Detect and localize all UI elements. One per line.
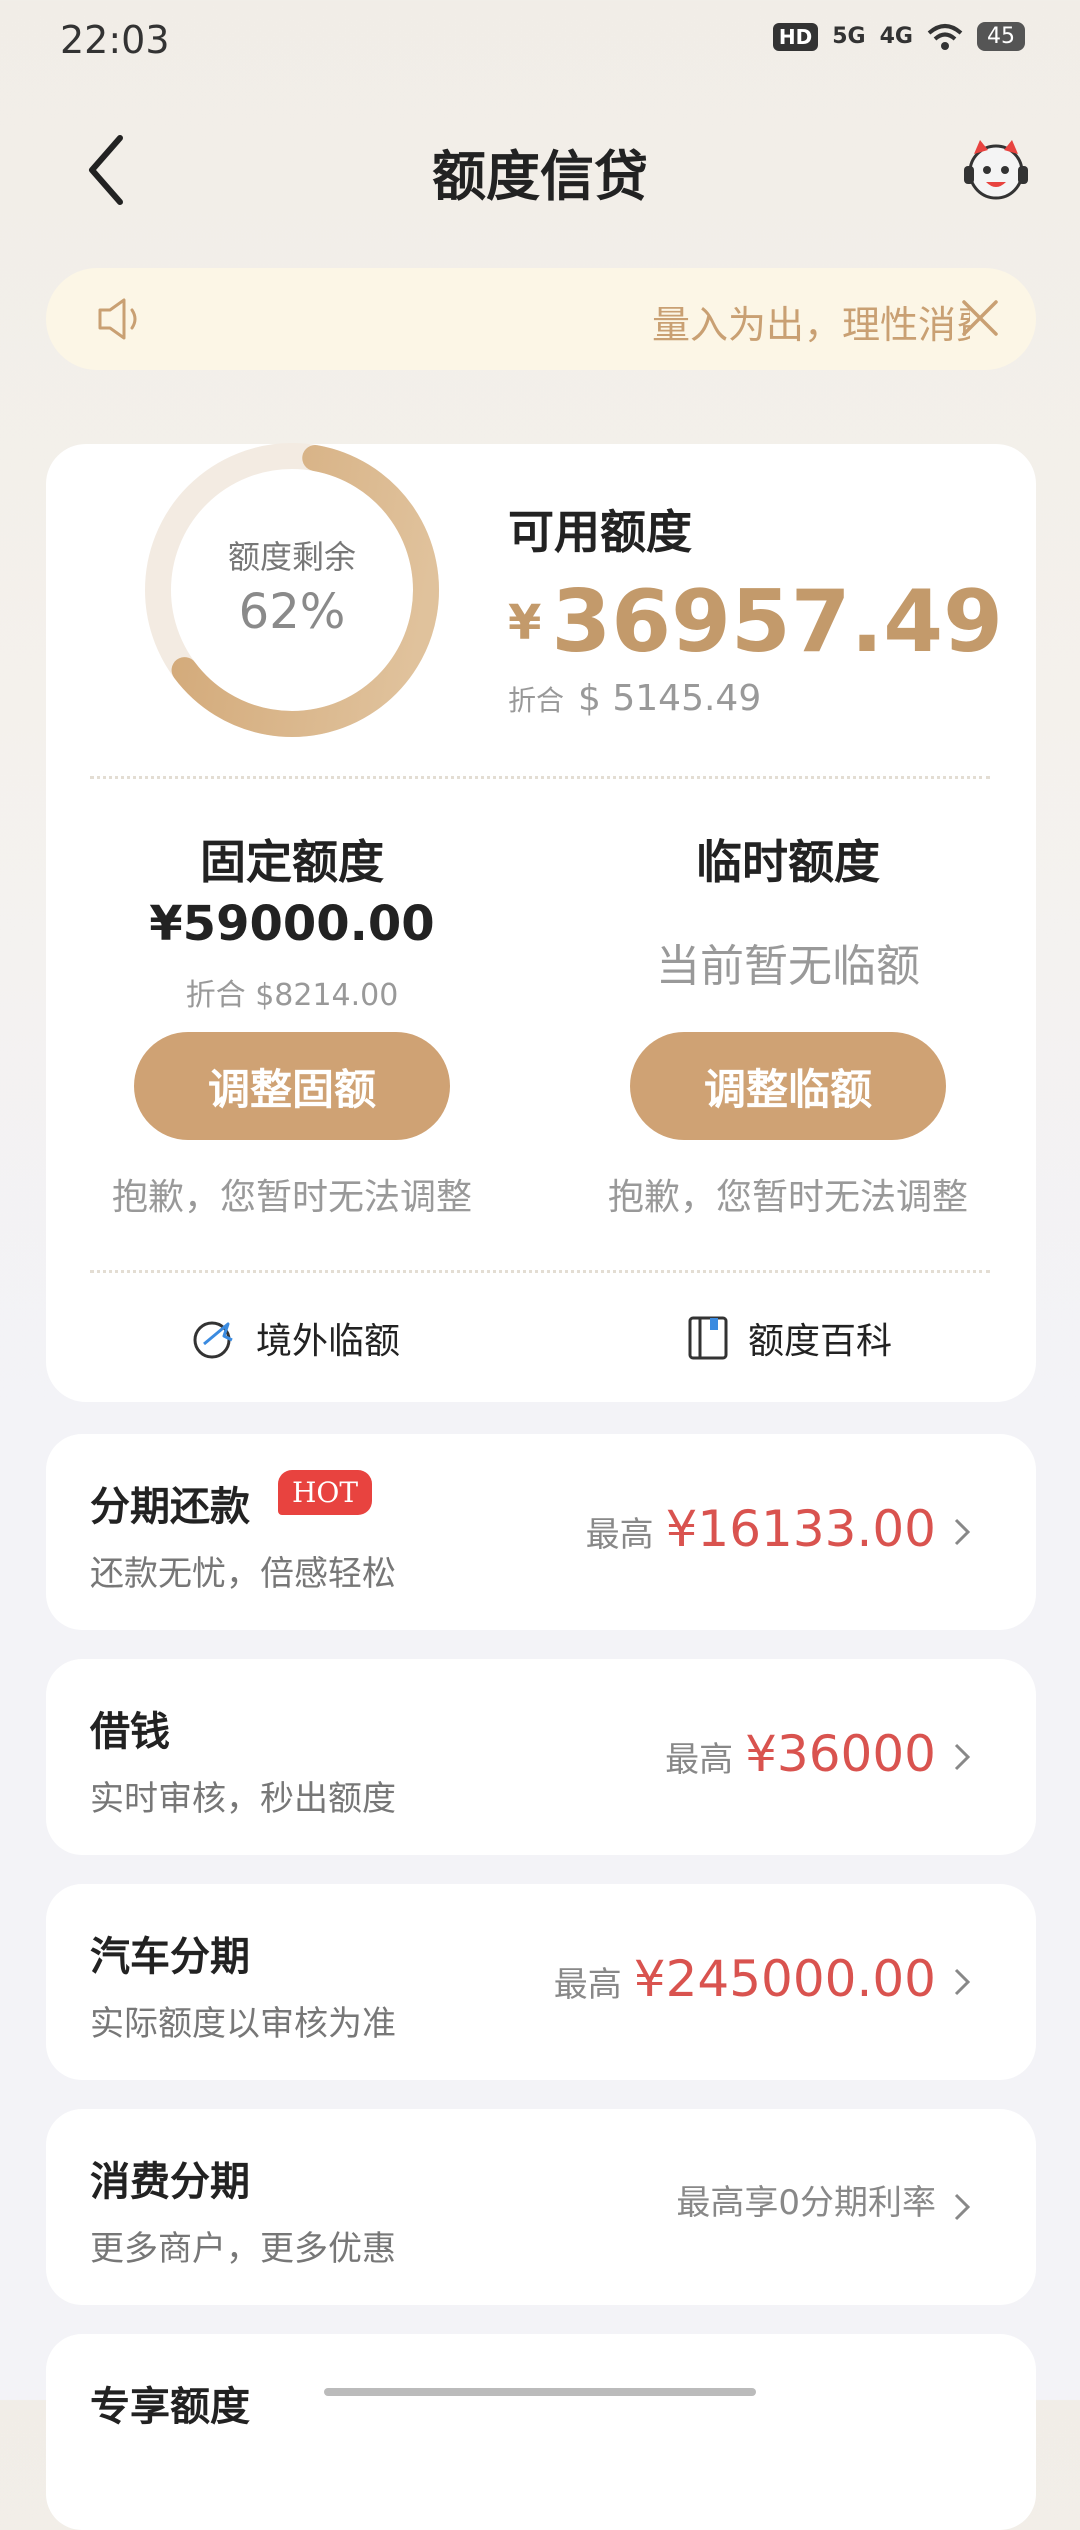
mascot-icon[interactable] — [956, 132, 1036, 212]
ring-label: 额度剩余 — [227, 538, 356, 576]
list-item-limit: 最高 ¥16133.00 — [586, 1500, 936, 1558]
battery-icon: 45 — [977, 22, 1025, 51]
chevron-right-icon — [954, 1743, 971, 1771]
temp-credit-title: 临时额度 — [696, 835, 880, 889]
list-item-title: 专享额度 — [90, 2384, 250, 2430]
divider — [90, 776, 990, 779]
list-item-limit: 最高 ¥245000.00 — [554, 1950, 936, 2008]
chevron-right-icon — [954, 1968, 971, 1996]
limit-amount: ¥245000.00 — [633, 1950, 936, 2008]
limit-amount: ¥16133.00 — [665, 1500, 936, 1558]
list-item-car-installment[interactable]: 汽车分期 实际额度以审核为准 最高 ¥245000.00 — [46, 1884, 1036, 2080]
available-converted: 折合 $ 5145.49 — [508, 678, 761, 719]
notice-text: 量入为出，理性消费 — [652, 303, 970, 347]
list-item-installment-repay[interactable]: 分期还款 HOT 还款无忧，倍感轻松 最高 ¥16133.00 — [46, 1434, 1036, 1630]
chevron-right-icon — [954, 1518, 971, 1546]
hot-badge: HOT — [278, 1470, 373, 1515]
book-icon — [688, 1316, 728, 1360]
limit-prefix: 最高 — [585, 1515, 654, 1555]
signal-4g-icon: 4G — [879, 24, 913, 49]
limit-prefix: 最高享0分期利率 — [676, 2183, 936, 2223]
notice-bar: 量入为出，理性消费 — [46, 268, 1036, 370]
list-item-subtitle: 实际额度以审核为准 — [90, 2004, 396, 2044]
conv-value: $ 5145.49 — [578, 678, 762, 719]
conv-prefix: 折合 — [508, 684, 565, 717]
close-icon[interactable] — [958, 296, 1002, 340]
signal-5g-icon: 5G — [832, 24, 866, 49]
list-item-limit: 最高 ¥36000 — [665, 1725, 936, 1783]
adjust-temp-button[interactable]: 调整临额 — [630, 1032, 946, 1140]
list-item-title: 分期还款 — [90, 1484, 250, 1530]
list-item-limit: 最高享0分期利率 — [676, 2175, 936, 2224]
list-item-borrow[interactable]: 借钱 实时审核，秒出额度 最高 ¥36000 — [46, 1659, 1036, 1855]
limit-prefix: 最高 — [665, 1740, 734, 1780]
hd-icon: HD — [772, 22, 819, 51]
list-item-subtitle: 实时审核，秒出额度 — [90, 1779, 396, 1819]
available-label: 可用额度 — [508, 505, 692, 559]
credit-wiki-label: 额度百科 — [748, 1321, 893, 1362]
fixed-credit-title: 固定额度 — [200, 835, 384, 889]
chevron-right-icon — [954, 2193, 971, 2221]
overseas-temp-label: 境外临额 — [256, 1321, 401, 1362]
ring-percent: 62% — [238, 584, 346, 640]
list-item-subtitle: 还款无忧，倍感轻松 — [90, 1554, 396, 1594]
status-icons: HD 5G 4G 45 — [772, 22, 1025, 51]
available-amount-value: 36957.49 — [551, 572, 1003, 672]
fixed-credit-converted: 折合 $8214.00 — [185, 978, 399, 1013]
status-time: 22:03 — [60, 18, 170, 62]
adjust-fixed-button[interactable]: 调整固额 — [134, 1032, 450, 1140]
temp-credit-none: 当前暂无临额 — [656, 941, 920, 992]
temp-adjust-note: 抱歉，您暂时无法调整 — [607, 1177, 968, 1218]
list-item-subtitle: 更多商户，更多优惠 — [90, 2229, 396, 2269]
fixed-adjust-note: 抱歉，您暂时无法调整 — [111, 1177, 472, 1218]
wifi-icon — [927, 23, 963, 50]
currency-symbol: ¥ — [508, 595, 542, 651]
list-item-title: 汽车分期 — [90, 1934, 250, 1980]
list-item-consumer-installment[interactable]: 消费分期 更多商户，更多优惠 最高享0分期利率 — [46, 2109, 1036, 2305]
plane-globe-icon — [193, 1321, 233, 1359]
credit-wiki-link[interactable]: 额度百科 — [686, 1312, 892, 1364]
home-indicator — [324, 2388, 756, 2396]
limit-prefix: 最高 — [553, 1965, 622, 2005]
list-item-exclusive-credit[interactable]: 专享额度 — [46, 2334, 1036, 2530]
page-title: 额度信贷 — [432, 145, 648, 208]
overseas-temp-link[interactable]: 境外临额 — [190, 1312, 400, 1364]
fixed-credit-amount: ¥59000.00 — [149, 896, 435, 952]
divider — [90, 1270, 990, 1273]
limit-amount: ¥36000 — [745, 1725, 936, 1783]
list-item-title: 消费分期 — [90, 2159, 250, 2205]
speaker-icon — [98, 298, 137, 340]
available-amount: ¥36957.49 — [508, 572, 1003, 672]
list-item-title: 借钱 — [90, 1709, 170, 1755]
